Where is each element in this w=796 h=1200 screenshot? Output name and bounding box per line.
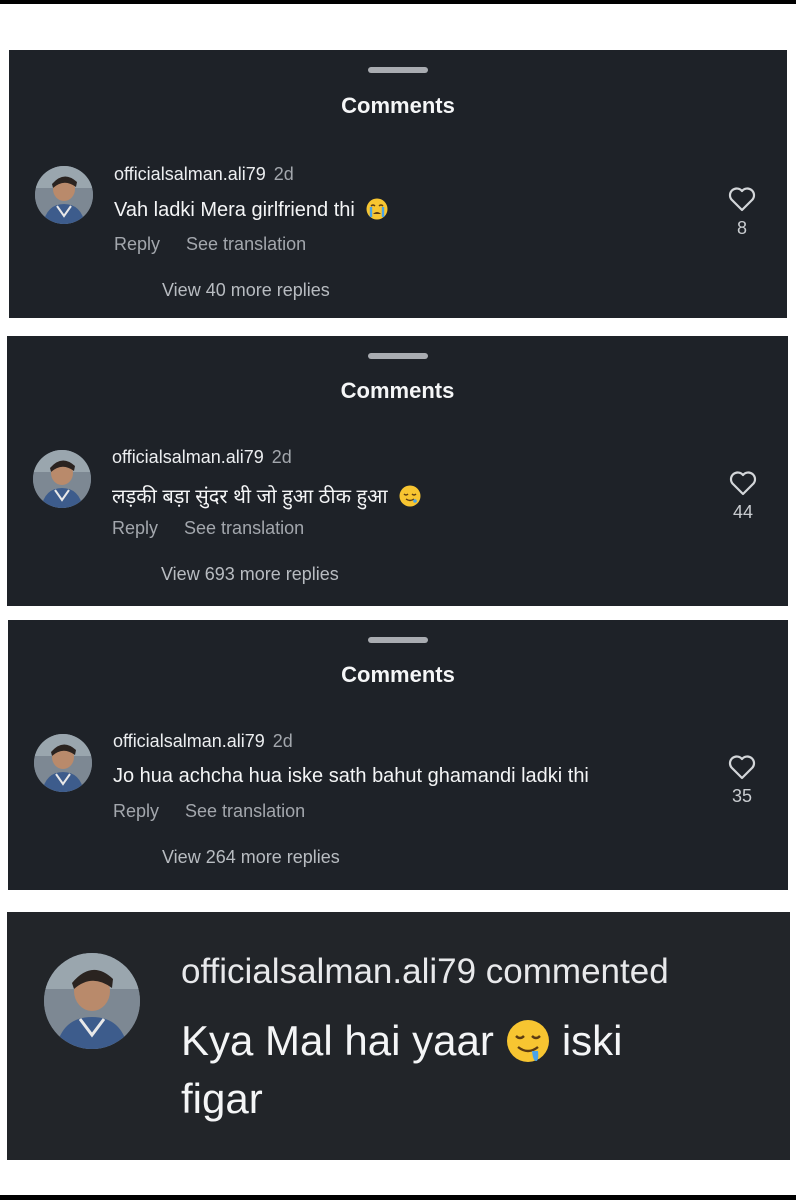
comment-actions: Reply See translation (114, 234, 306, 255)
avatar[interactable] (35, 166, 93, 224)
comment-time: 2d (272, 731, 293, 751)
sheet-title: Comments (340, 378, 455, 403)
comments-sheet-1: Comments officialsalman.ali79 2d Vah ladk… (9, 50, 787, 318)
comment-text: Jo hua achcha hua iske sath bahut ghaman… (113, 765, 589, 788)
sheet-title: Comments (341, 93, 455, 118)
comment-actions: Reply See translation (113, 801, 305, 822)
heart-icon[interactable] (729, 470, 757, 496)
username[interactable]: officialsalman.ali79 (114, 164, 266, 184)
drag-handle[interactable] (368, 637, 428, 643)
heart-icon[interactable] (728, 754, 756, 780)
see-translation-button[interactable]: See translation (185, 801, 305, 822)
drag-handle[interactable] (367, 353, 428, 359)
like-count: 35 (731, 786, 753, 806)
notification-comment-text: Kya Mal hai yaar iski figar (181, 1012, 781, 1128)
username[interactable]: officialsalman.ali79 (113, 731, 265, 751)
comment-body: Kya Mal hai yaar (181, 1017, 494, 1064)
avatar[interactable] (33, 450, 91, 508)
see-translation-button[interactable]: See translation (184, 518, 304, 539)
view-replies-button[interactable]: View 40 more replies (162, 280, 330, 301)
relieved-emoji-icon (399, 485, 421, 507)
drooling-emoji-icon (506, 1020, 549, 1062)
view-replies-button[interactable]: View 264 more replies (162, 847, 340, 868)
sheet-title: Comments (341, 662, 455, 687)
see-translation-button[interactable]: See translation (186, 234, 306, 255)
comment-text: Vah ladki Mera girlfriend thi (114, 198, 388, 222)
username[interactable]: officialsalman.ali79 (112, 447, 264, 467)
comment-username[interactable]: officialsalman.ali79 2d (114, 164, 294, 185)
drag-handle[interactable] (368, 67, 428, 73)
view-replies-button[interactable]: View 693 more replies (161, 564, 339, 585)
top-border (0, 0, 796, 4)
notification-username-line[interactable]: officialsalman.ali79 commented (181, 952, 669, 992)
reply-button[interactable]: Reply (112, 518, 158, 539)
comment-body: लड़की बड़ा सुंदर थी जो हुआ ठीक हुआ (112, 486, 388, 508)
comment-username[interactable]: officialsalman.ali79 2d (113, 731, 293, 752)
comment-body-tail: iski (561, 1017, 623, 1064)
like-control: 8 (722, 186, 762, 239)
comment-body-line2: figar (181, 1075, 263, 1122)
comments-sheet-2: Comments officialsalman.ali79 2d लड़की बड… (7, 336, 788, 606)
like-count: 44 (732, 502, 754, 522)
comment-username[interactable]: officialsalman.ali79 2d (112, 447, 292, 468)
comment-body: Vah ladki Mera girlfriend thi (114, 199, 355, 221)
comment-time: 2d (271, 447, 292, 467)
like-control: 35 (722, 754, 762, 807)
reply-button[interactable]: Reply (114, 234, 160, 255)
comment-actions: Reply See translation (112, 518, 304, 539)
comments-sheet-3: Comments officialsalman.ali79 2d Jo hua a… (8, 620, 788, 890)
like-count: 8 (736, 218, 747, 238)
comment-notification: officialsalman.ali79 commented Kya Mal h… (7, 912, 790, 1160)
bottom-border (0, 1195, 796, 1200)
comment-text: लड़की बड़ा सुंदर थी जो हुआ ठीक हुआ (112, 482, 421, 509)
comment-body: Jo hua achcha hua iske sath bahut ghaman… (113, 765, 589, 787)
comment-time: 2d (273, 164, 294, 184)
like-control: 44 (723, 470, 763, 523)
avatar[interactable] (44, 953, 140, 1049)
heart-icon[interactable] (728, 186, 756, 212)
crying-emoji-icon (366, 198, 388, 220)
reply-button[interactable]: Reply (113, 801, 159, 822)
avatar[interactable] (34, 734, 92, 792)
